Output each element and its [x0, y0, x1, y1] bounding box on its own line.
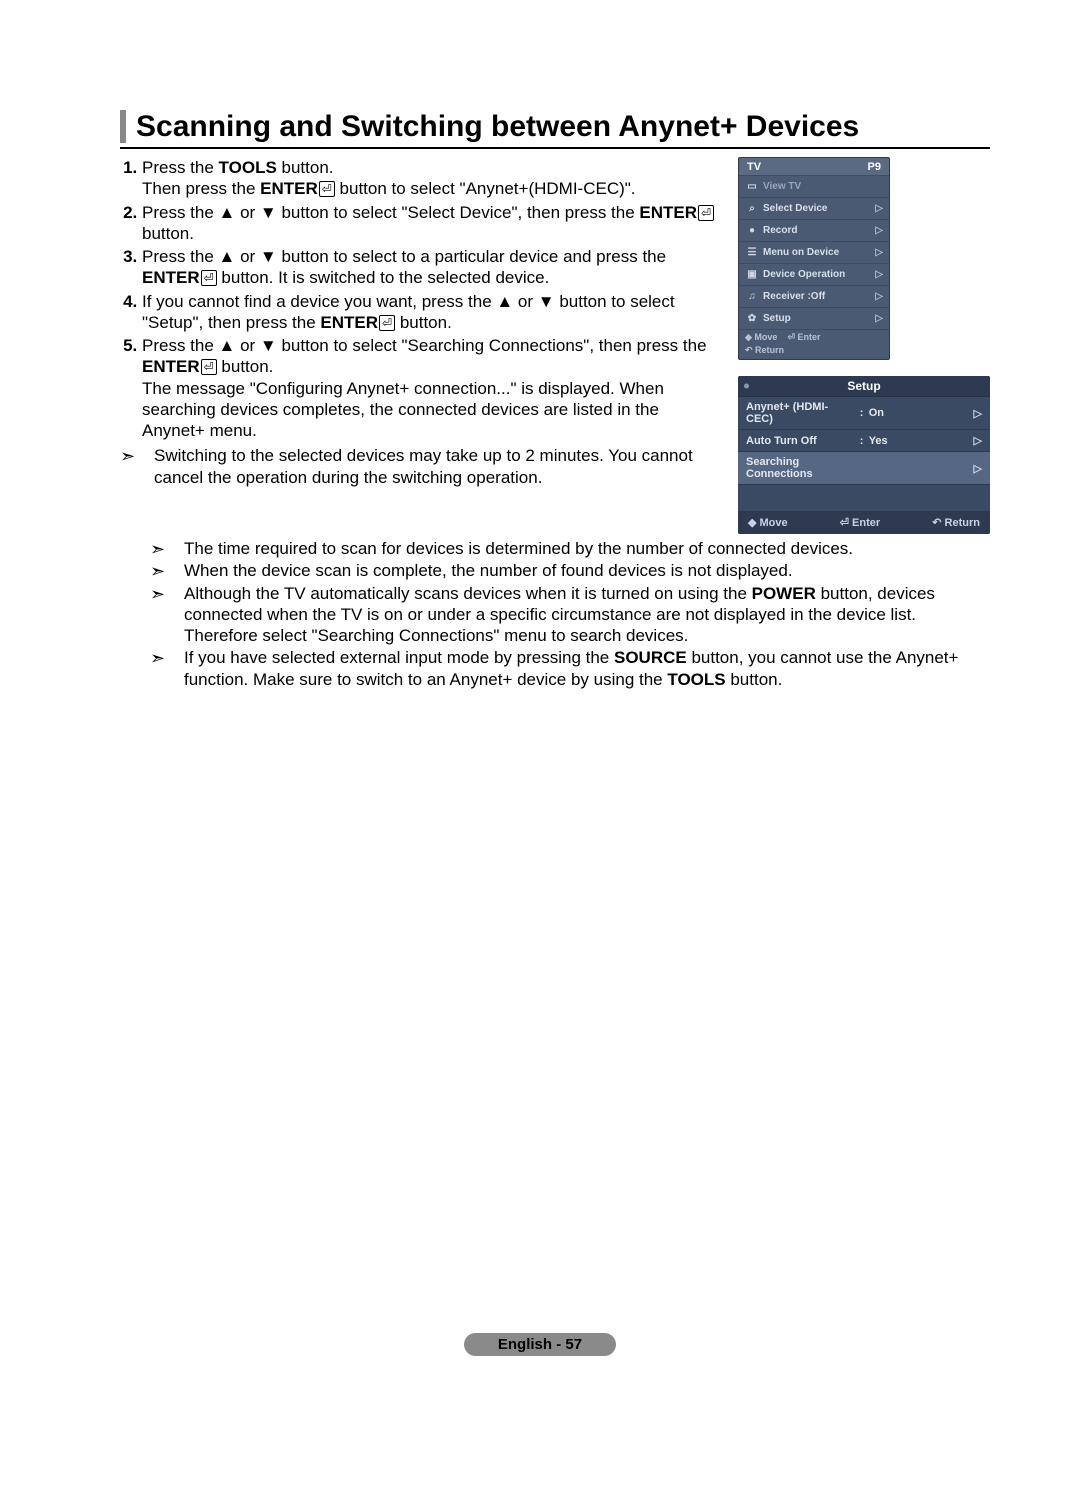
- side-panels: TV P9 ▭ View TV ⌕ Select Device ▷ ● Reco…: [738, 157, 990, 534]
- hint-move: ◆ Move: [745, 332, 777, 343]
- osd1-row-record[interactable]: ● Record ▷: [739, 219, 889, 241]
- gear-icon: ✿: [745, 313, 759, 324]
- page-footer: English - 57: [0, 1333, 1080, 1356]
- menu-icon: ☰: [745, 247, 759, 258]
- enter-icon: ⏎: [319, 181, 335, 197]
- note-item: Switching to the selected devices may ta…: [120, 445, 720, 488]
- osd2-spacer: [738, 485, 990, 512]
- device-icon: ▣: [745, 269, 759, 280]
- page-title-bar: Scanning and Switching between Anynet+ D…: [120, 110, 990, 149]
- step-1: Press the TOOLS button. Then press the E…: [142, 157, 720, 200]
- osd-setup-menu: Setup Anynet+ (HDMI-CEC) : On ▷ Auto Tur…: [738, 376, 990, 534]
- content-row: Press the TOOLS button. Then press the E…: [120, 157, 990, 534]
- osd2-title: Setup: [738, 376, 990, 397]
- step-4: If you cannot find a device you want, pr…: [142, 291, 720, 334]
- osd-anynet-menu: TV P9 ▭ View TV ⌕ Select Device ▷ ● Reco…: [738, 157, 890, 360]
- chevron-right-icon: ▷: [875, 203, 883, 214]
- enter-icon: ⏎: [201, 359, 217, 375]
- osd2-row-auto-turn-off[interactable]: Auto Turn Off : Yes ▷: [738, 430, 990, 452]
- step-2: Press the ▲ or ▼ button to select "Selec…: [142, 202, 720, 245]
- page-title: Scanning and Switching between Anynet+ D…: [136, 110, 859, 143]
- note-item: When the device scan is complete, the nu…: [150, 560, 990, 581]
- osd2-row-anynet[interactable]: Anynet+ (HDMI-CEC) : On ▷: [738, 397, 990, 430]
- chevron-right-icon: ▷: [963, 434, 982, 447]
- notes-full: The time required to scan for devices is…: [120, 538, 990, 690]
- enter-icon: ⏎: [698, 205, 714, 221]
- step-3: Press the ▲ or ▼ button to select to a p…: [142, 246, 720, 289]
- osd1-row-receiver[interactable]: ♫ Receiver :Off ▷: [739, 285, 889, 307]
- note-item: The time required to scan for devices is…: [150, 538, 990, 559]
- chevron-right-icon: ▷: [963, 462, 982, 475]
- title-side-mark: [120, 110, 126, 143]
- osd1-top-right: P9: [868, 161, 881, 173]
- note-item: If you have selected external input mode…: [150, 647, 990, 690]
- steps-list: Press the TOOLS button. Then press the E…: [120, 157, 720, 441]
- step-5: Press the ▲ or ▼ button to select "Searc…: [142, 335, 720, 441]
- osd1-row-view-tv[interactable]: ▭ View TV: [739, 175, 889, 197]
- hint-enter: ⏎ Enter: [840, 516, 880, 529]
- instructions-column: Press the TOOLS button. Then press the E…: [120, 157, 720, 534]
- receiver-icon: ♫: [745, 291, 759, 302]
- chevron-right-icon: ▷: [875, 313, 883, 324]
- osd2-hints: ◆ Move ⏎ Enter ↶ Return: [738, 512, 990, 534]
- note-item: Although the TV automatically scans devi…: [150, 583, 990, 647]
- chevron-right-icon: ▷: [875, 247, 883, 258]
- osd1-row-menu-on-device[interactable]: ☰ Menu on Device ▷: [739, 241, 889, 263]
- osd1-row-select-device[interactable]: ⌕ Select Device ▷: [739, 197, 889, 219]
- osd1-row-setup[interactable]: ✿ Setup ▷: [739, 307, 889, 329]
- hint-move: ◆ Move: [748, 516, 788, 529]
- osd1-hints: ◆ Move ⏎ Enter: [739, 329, 889, 344]
- chevron-right-icon: ▷: [875, 269, 883, 280]
- chevron-right-icon: ▷: [875, 225, 883, 236]
- osd1-row-device-operation[interactable]: ▣ Device Operation ▷: [739, 263, 889, 285]
- chevron-right-icon: ▷: [963, 407, 982, 420]
- tv-icon: ▭: [745, 181, 759, 192]
- osd1-top-left: TV: [747, 161, 761, 173]
- chevron-right-icon: ▷: [875, 291, 883, 302]
- select-icon: ⌕: [745, 203, 759, 214]
- osd2-row-searching-connections[interactable]: Searching Connections ▷: [738, 452, 990, 485]
- hint-enter: ⏎ Enter: [787, 332, 820, 343]
- hint-return: ↶ Return: [932, 516, 980, 529]
- osd1-top: TV P9: [739, 158, 889, 175]
- hint-return: ↶ Return: [745, 345, 784, 355]
- record-icon: ●: [745, 225, 759, 236]
- footer-pill: English - 57: [464, 1333, 616, 1356]
- enter-icon: ⏎: [379, 315, 395, 331]
- osd1-hints2: ↶ Return: [739, 344, 889, 359]
- enter-icon: ⏎: [201, 270, 217, 286]
- notes-inline: Switching to the selected devices may ta…: [120, 445, 720, 488]
